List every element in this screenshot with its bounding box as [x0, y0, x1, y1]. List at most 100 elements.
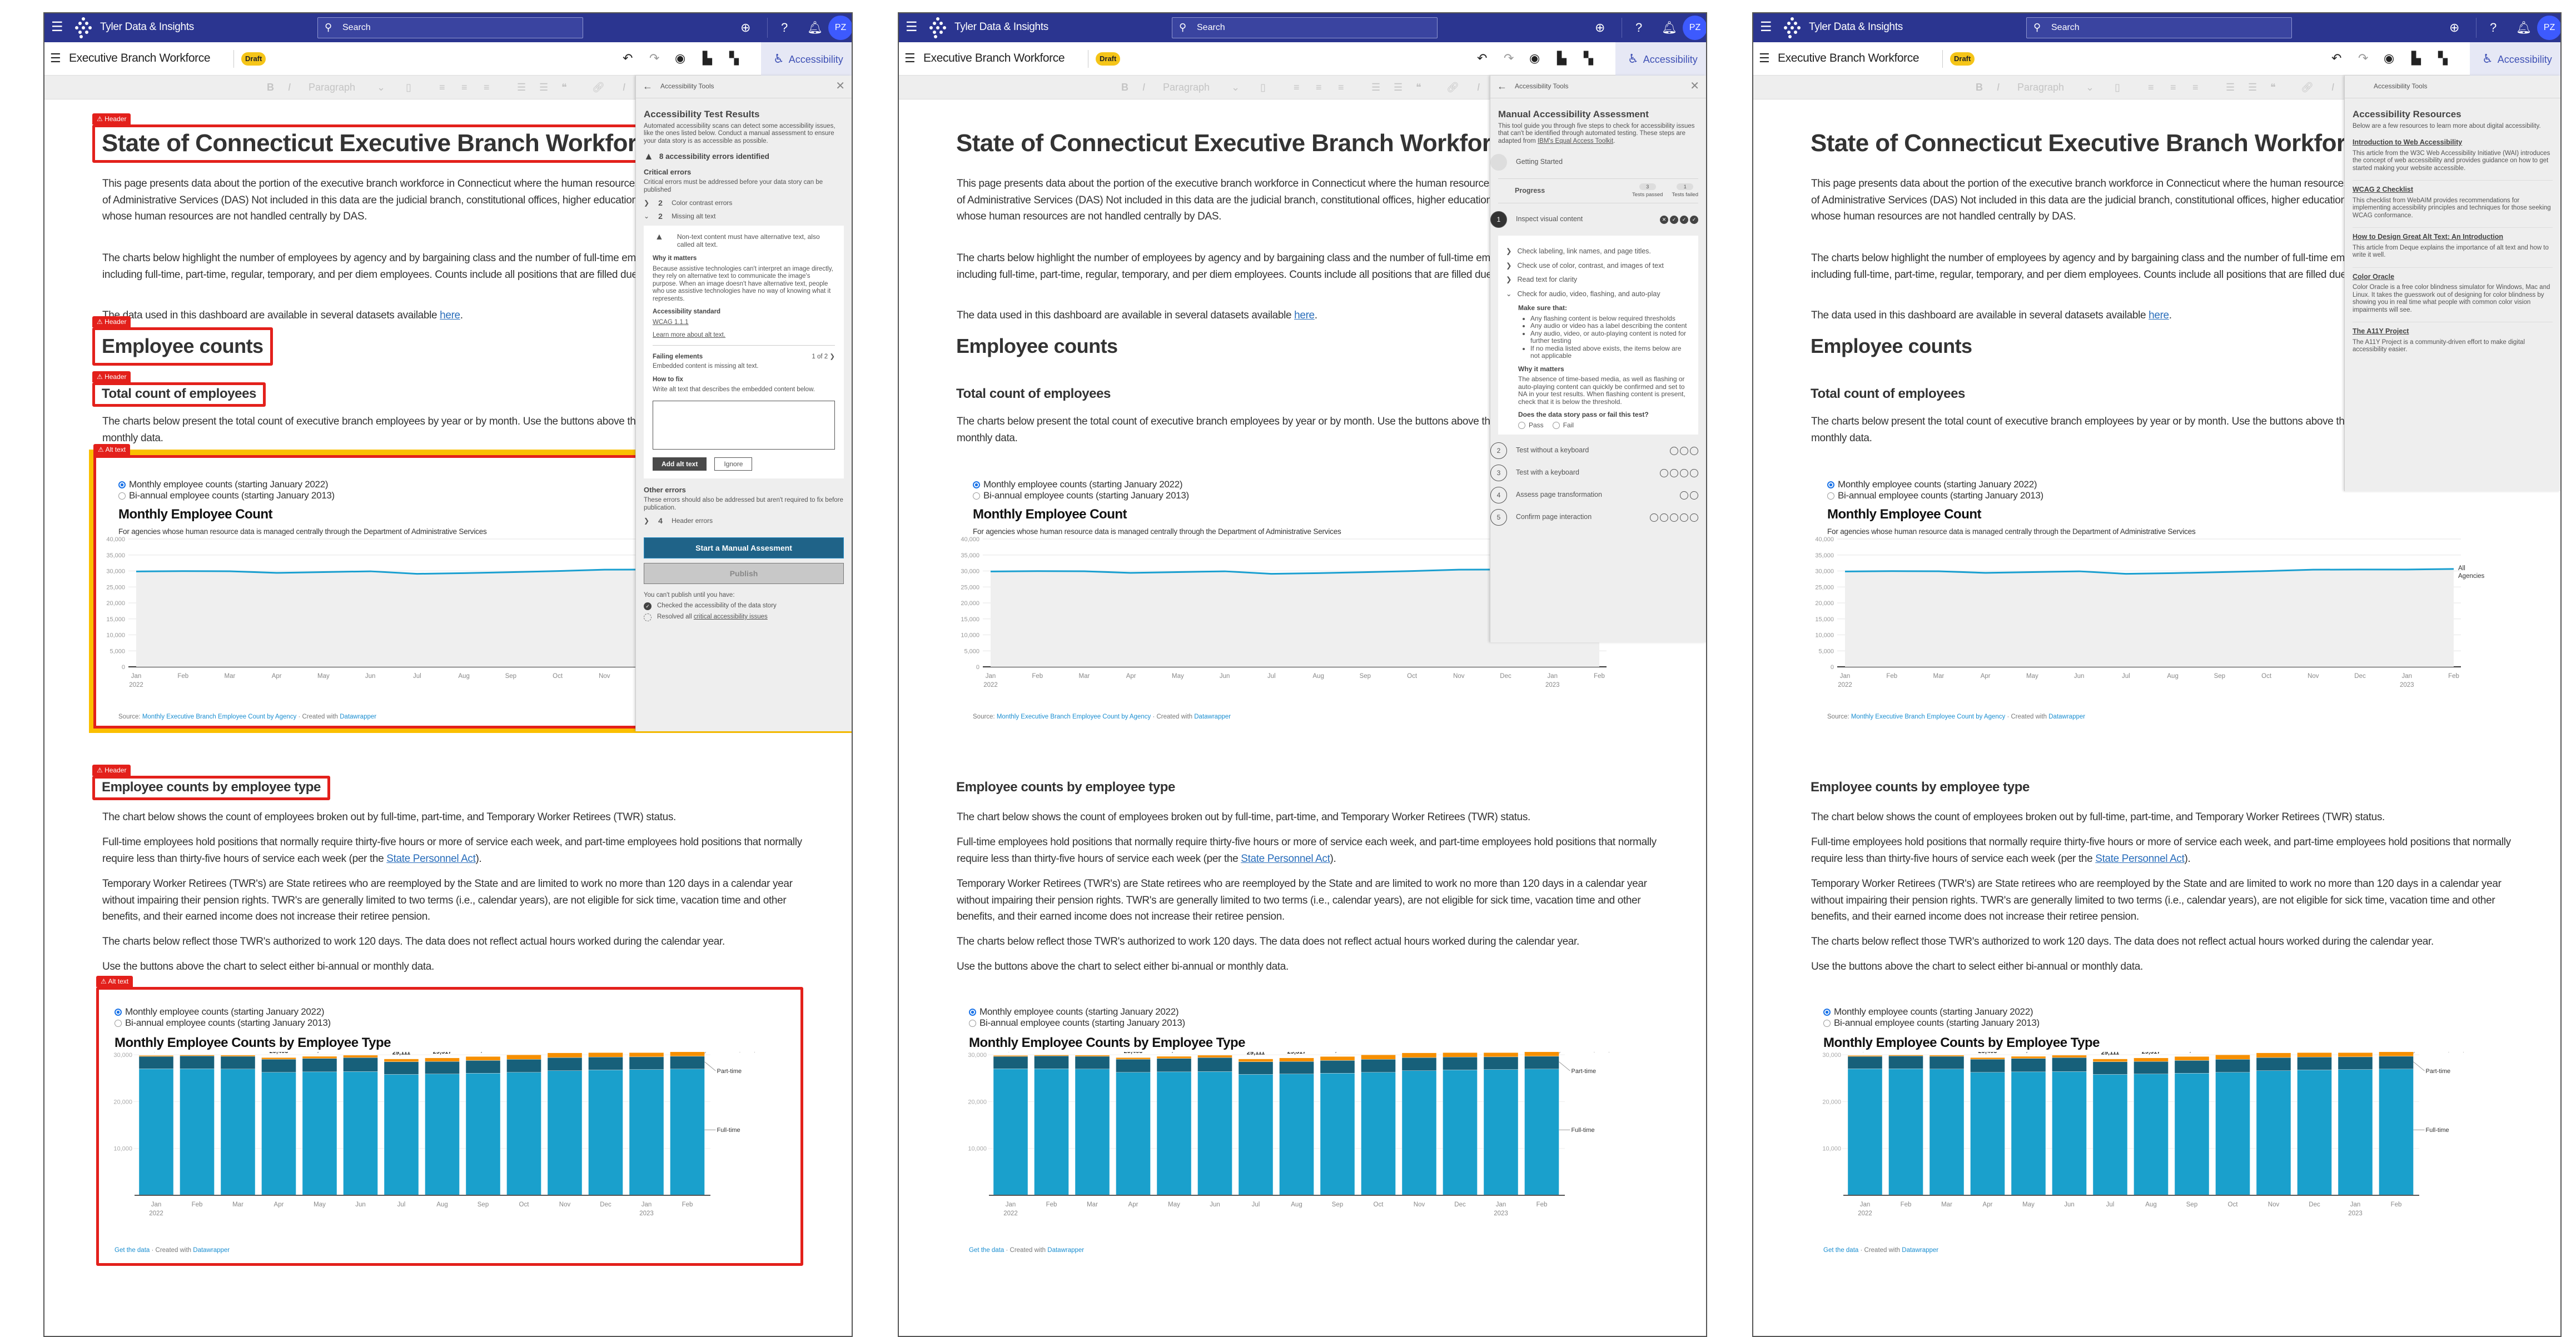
radio-biannual[interactable]: Bi-annual employee counts (starting Janu… — [1823, 1017, 2040, 1029]
y-tick-label: 40,000 — [961, 536, 979, 543]
state-personnel-act-link[interactable]: State Personnel Act — [2095, 853, 2184, 865]
radio-monthly[interactable]: Monthly employee counts (starting Januar… — [115, 1006, 331, 1017]
get-data-link[interactable]: Get the data — [969, 1247, 1004, 1254]
error-group-missing-alt-text[interactable]: ⌄2Missing alt text — [644, 213, 844, 221]
step-1[interactable]: 1Inspect visual content✕✓✓✓ — [1498, 211, 1698, 228]
resource-link[interactable]: The A11Y Project — [2353, 328, 2553, 336]
bar-total-label: 29,661 — [310, 1052, 329, 1054]
legend-leader-line — [705, 1062, 716, 1071]
publish-button[interactable]: Publish — [644, 563, 844, 584]
step-5[interactable]: 5Confirm page interaction — [1498, 509, 1698, 526]
pager[interactable]: 1 of 2 ❯ — [812, 353, 835, 361]
section-heading-employee-type[interactable]: Employee counts by employee type — [1801, 776, 2039, 800]
alt-text-annotation[interactable]: ⚠ Alt text Monthly employee counts (star… — [1798, 450, 2560, 733]
error-group-color-contrast[interactable]: ❯2Color contrast errors — [644, 199, 844, 207]
line-chart-embed: Monthly employee counts (starting Januar… — [1802, 455, 2560, 729]
source-link[interactable]: Monthly Executive Branch Employee Count … — [1851, 714, 2005, 720]
subheading-total-count[interactable]: Total count of employees — [92, 382, 266, 407]
resource-link[interactable]: Introduction to Web Accessibility — [2353, 139, 2553, 147]
get-data-link[interactable]: Get the data — [115, 1247, 150, 1254]
x-tick-label: Jun — [355, 1201, 366, 1208]
radio-biannual[interactable]: Bi-annual employee counts (starting Janu… — [973, 490, 1189, 501]
section-heading-employee-counts[interactable]: Employee counts — [92, 327, 273, 366]
resource-link[interactable]: WCAG 2 Checklist — [2353, 186, 2553, 194]
bar-segment-temporary — [1361, 1055, 1396, 1059]
resource-link[interactable]: How to Design Great Alt Text: An Introdu… — [2353, 233, 2553, 241]
section-heading-employee-counts[interactable]: Employee counts — [947, 327, 1127, 366]
radio-biannual[interactable]: Bi-annual employee counts (starting Janu… — [118, 490, 335, 501]
datawrapper-link[interactable]: Datawrapper — [1194, 714, 1231, 720]
radio-monthly[interactable]: Monthly employee counts (starting Januar… — [969, 1006, 1185, 1017]
subheading-total-count[interactable]: Total count of employees — [1801, 382, 1975, 407]
error-group-header[interactable]: ❯4Header errors — [644, 517, 844, 525]
getting-started-step[interactable]: Getting Started — [1498, 154, 1698, 171]
close-icon[interactable]: ✕ — [836, 83, 845, 91]
resource-link[interactable]: Color Oracle — [2353, 273, 2553, 281]
wcag-link[interactable]: WCAG 1.1.1 — [653, 319, 689, 326]
critical-issues-link[interactable]: critical accessibility issues — [694, 613, 768, 620]
radio-monthly[interactable]: Monthly employee counts (starting Januar… — [1823, 1006, 2040, 1017]
datawrapper-link[interactable]: Datawrapper — [1902, 1247, 1938, 1254]
check-item[interactable]: ❯Read text for clarity — [1506, 276, 1690, 284]
y-tick-label: 35,000 — [106, 552, 125, 559]
bar-segment-temporary — [1320, 1056, 1355, 1060]
back-arrow-icon[interactable]: ← — [1497, 83, 1507, 91]
source-link[interactable]: Monthly Executive Branch Employee Count … — [997, 714, 1151, 720]
alt-text-input[interactable] — [653, 401, 835, 450]
start-manual-assessment-button[interactable]: Start a Manual Assesment — [644, 537, 844, 558]
check-item[interactable]: ❯Check use of color, contrast, and image… — [1506, 262, 1690, 270]
y-tick-label: 15,000 — [1815, 616, 1834, 623]
fail-radio[interactable]: Fail — [1553, 422, 1574, 430]
bar-segment-full-time — [1889, 1069, 1923, 1195]
check-item[interactable]: ❯Check labeling, link names, and page ti… — [1506, 248, 1690, 256]
radio-monthly[interactable]: Monthly employee counts (starting Januar… — [118, 479, 335, 490]
ignore-button[interactable]: Ignore — [714, 457, 752, 471]
radio-monthly[interactable]: Monthly employee counts (starting Januar… — [1827, 479, 2043, 490]
back-arrow-icon[interactable]: ← — [643, 83, 653, 91]
bar-segment-full-time — [2093, 1075, 2127, 1195]
bar-segment-part-time — [507, 1059, 541, 1072]
step-4[interactable]: 4Assess page transformation — [1498, 487, 1698, 503]
close-icon[interactable]: ✕ — [1690, 83, 1699, 91]
check-item-expanded[interactable]: ⌄Check for audio, video, flashing, and a… — [1506, 291, 1690, 298]
section-heading-employee-counts[interactable]: Employee counts — [1801, 327, 1982, 366]
x-tick-label: Jan — [1496, 1201, 1506, 1208]
datawrapper-link[interactable]: Datawrapper — [193, 1247, 230, 1254]
learn-more-link[interactable]: Learn more about alt text. — [653, 332, 725, 338]
bar-segment-temporary — [180, 1055, 215, 1056]
here-link[interactable]: here — [2149, 310, 2169, 321]
here-link[interactable]: here — [1294, 310, 1315, 321]
ibm-toolkit-link[interactable]: IBM's Equal Access Toolkit — [1538, 138, 1613, 144]
radio-biannual[interactable]: Bi-annual employee counts (starting Janu… — [1827, 490, 2043, 501]
section-heading-employee-type[interactable]: Employee counts by employee type — [92, 776, 330, 800]
alt-text-annotation[interactable]: ⚠ Alt text Monthly employee counts (star… — [1805, 987, 2512, 1266]
state-personnel-act-link[interactable]: State Personnel Act — [1241, 853, 1330, 865]
bar-segment-full-time — [1157, 1072, 1191, 1195]
get-data-link[interactable]: Get the data — [1823, 1247, 1858, 1254]
radio-monthly[interactable]: Monthly employee counts (starting Januar… — [973, 479, 1189, 490]
step-2[interactable]: 2Test without a keyboard — [1498, 442, 1698, 459]
add-alt-text-button[interactable]: Add alt text — [653, 457, 707, 471]
section2-paragraph: Full-time employees hold positions that … — [957, 834, 1679, 867]
pass-radio[interactable]: Pass — [1518, 422, 1544, 430]
here-link[interactable]: here — [440, 310, 460, 321]
bar-segment-temporary — [1035, 1055, 1069, 1056]
section-heading-employee-type[interactable]: Employee counts by employee type — [947, 776, 1185, 800]
alt-text-annotation[interactable]: ⚠ Alt text Monthly employee counts (star… — [96, 987, 803, 1266]
bar-segment-temporary — [1848, 1055, 1882, 1056]
bar-segment-part-time — [2052, 1057, 2087, 1071]
radio-biannual[interactable]: Bi-annual employee counts (starting Janu… — [969, 1017, 1185, 1029]
source-link[interactable]: Monthly Executive Branch Employee Count … — [142, 714, 296, 720]
datawrapper-link[interactable]: Datawrapper — [340, 714, 376, 720]
datawrapper-link[interactable]: Datawrapper — [1047, 1247, 1084, 1254]
step-3[interactable]: 3Test with a keyboard — [1498, 465, 1698, 481]
bar-segment-full-time — [1320, 1073, 1355, 1195]
bar-segment-part-time — [1361, 1059, 1396, 1072]
bar-segment-part-time — [1889, 1056, 1923, 1069]
state-personnel-act-link[interactable]: State Personnel Act — [386, 853, 475, 865]
datawrapper-link[interactable]: Datawrapper — [2048, 714, 2085, 720]
bar-segment-temporary — [425, 1058, 460, 1061]
subheading-total-count[interactable]: Total count of employees — [947, 382, 1120, 407]
radio-biannual[interactable]: Bi-annual employee counts (starting Janu… — [115, 1017, 331, 1029]
alt-text-annotation[interactable]: ⚠ Alt text Monthly employee counts (star… — [951, 987, 1658, 1266]
